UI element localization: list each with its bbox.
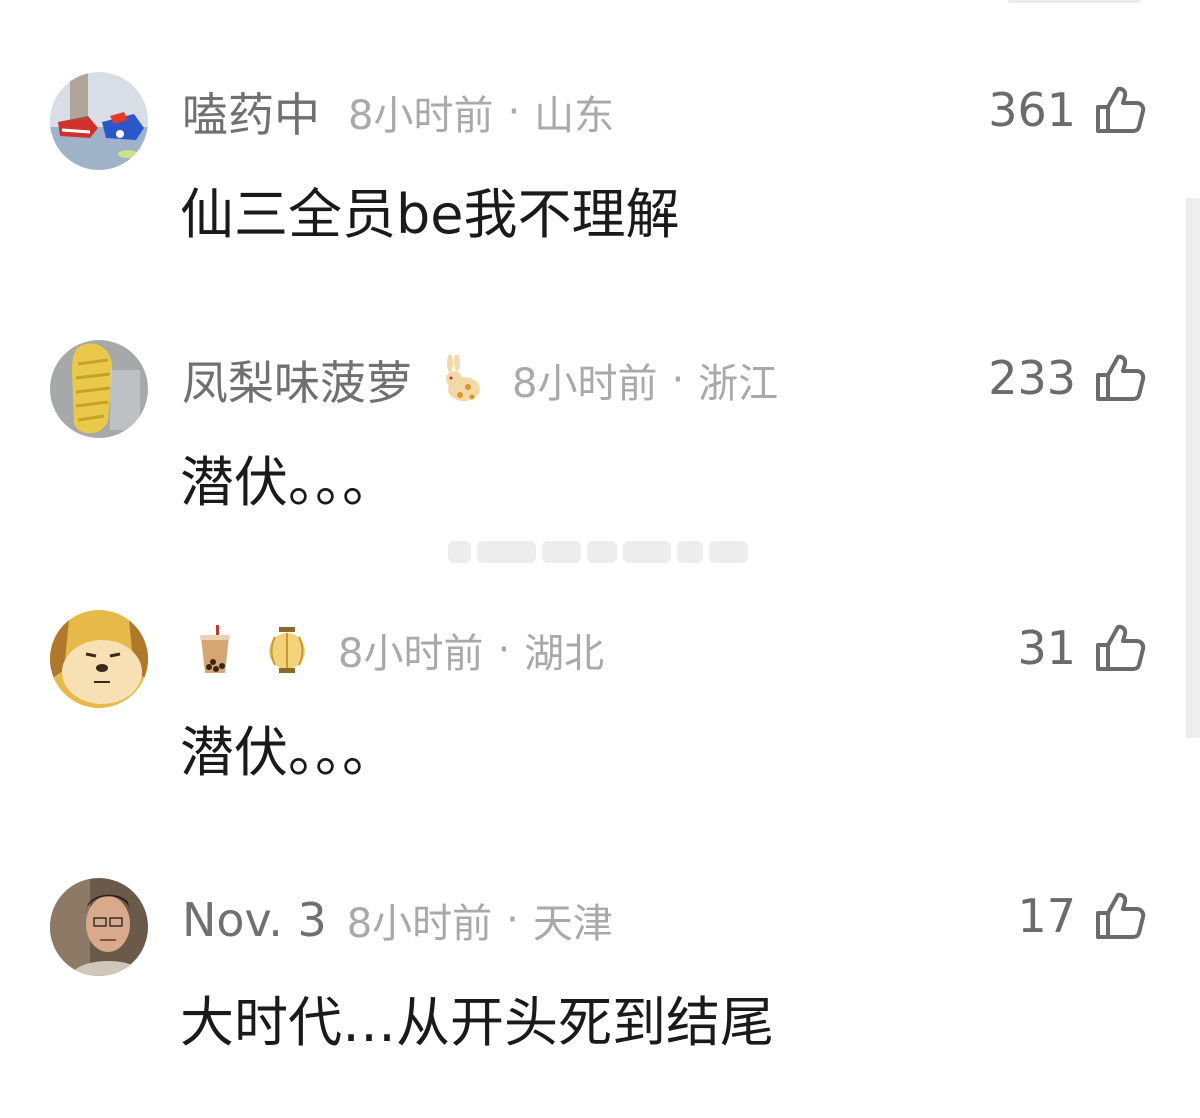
comment-region: 山东 xyxy=(534,93,615,139)
lantern-icon xyxy=(264,625,310,675)
comment-time: 8小时前 xyxy=(338,631,484,677)
avatar[interactable] xyxy=(50,72,148,170)
comment-meta: Nov. 3 8小时前 · 天津 xyxy=(182,890,613,950)
comment-time: 8小时前 xyxy=(348,93,494,139)
comment-item: 嗑药中 8小时前 · 山东 361 仙三全员be我不理解 xyxy=(0,72,1200,312)
comment-region: 浙江 xyxy=(698,361,779,407)
comment-item: Nov. 3 8小时前 · 天津 17 大时代…从开头死到结尾 xyxy=(0,878,1200,1118)
comment-time: 8小时前 xyxy=(346,901,493,947)
like-button[interactable]: 233 xyxy=(988,348,1146,408)
like-button[interactable]: 17 xyxy=(1017,886,1146,946)
avatar[interactable] xyxy=(50,878,148,976)
bubble-tea-icon xyxy=(192,625,238,675)
blurred-divider xyxy=(448,538,748,566)
like-count: 31 xyxy=(1017,621,1076,675)
avatar[interactable] xyxy=(50,340,148,438)
comment-meta: 8小时前 · 湖北 xyxy=(182,620,604,680)
thumbs-up-icon[interactable] xyxy=(1092,83,1146,137)
username[interactable]: Nov. 3 xyxy=(182,893,327,947)
comment-meta: 凤梨味菠萝 8小时前 · 浙江 xyxy=(182,350,778,410)
username[interactable]: 凤梨味菠萝 xyxy=(182,347,412,413)
comment-time: 8小时前 xyxy=(512,361,658,407)
rabbit-icon xyxy=(438,353,484,405)
meta-separator: · xyxy=(506,897,519,943)
pineapple-bread-avatar xyxy=(50,340,148,438)
top-divider xyxy=(1008,0,1140,3)
avatar[interactable] xyxy=(50,610,148,708)
meta-separator: · xyxy=(497,627,511,673)
username[interactable]: 嗑药中 xyxy=(182,79,320,145)
man-photo-avatar xyxy=(50,878,148,976)
yellow-dog-avatar xyxy=(50,610,148,708)
comment-region: 天津 xyxy=(532,901,613,947)
like-count: 233 xyxy=(988,351,1076,405)
thumbs-up-icon[interactable] xyxy=(1092,621,1146,675)
comment-region: 湖北 xyxy=(524,631,605,677)
like-count: 17 xyxy=(1017,889,1076,943)
like-button[interactable]: 31 xyxy=(1017,618,1146,678)
meta-separator: · xyxy=(507,89,521,135)
comment-meta: 嗑药中 8小时前 · 山东 xyxy=(182,82,614,142)
comment-item: 8小时前 · 湖北 31 潜伏。。。 xyxy=(0,610,1200,850)
comment-content: 潜伏。。。 xyxy=(180,451,396,514)
comment-content: 大时代…从开头死到结尾 xyxy=(180,991,774,1054)
like-count: 361 xyxy=(988,83,1076,137)
sneakers-photo-avatar xyxy=(50,72,148,170)
like-button[interactable]: 361 xyxy=(988,80,1146,140)
comment-content: 潜伏。。。 xyxy=(180,721,396,784)
comment-content: 仙三全员be我不理解 xyxy=(180,183,680,246)
meta-separator: · xyxy=(671,357,685,403)
thumbs-up-icon[interactable] xyxy=(1092,351,1146,405)
thumbs-up-icon[interactable] xyxy=(1092,889,1146,943)
